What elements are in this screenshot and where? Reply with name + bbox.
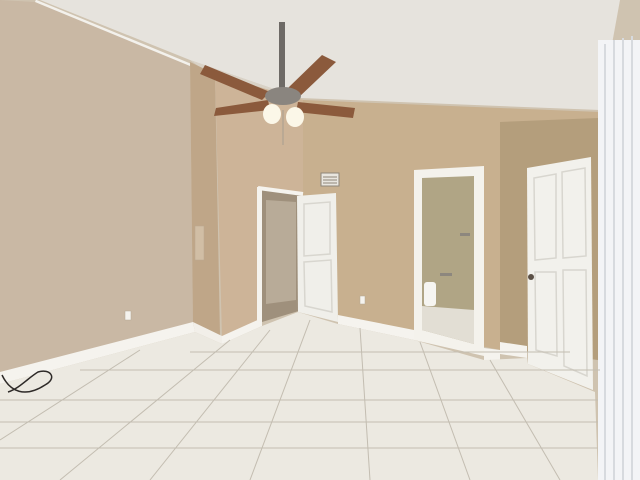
towel-bar: [460, 233, 470, 236]
room-photo: [0, 0, 640, 480]
left-wall: [0, 0, 193, 372]
fan-light: [286, 107, 304, 127]
electrical-outlet-icon: [124, 310, 132, 321]
wall-column: [190, 62, 220, 336]
electrical-outlet-icon: [359, 295, 366, 305]
door-knob: [528, 274, 534, 280]
right-door: [527, 157, 593, 390]
toilet: [424, 282, 436, 306]
wall-switch-plate: [194, 225, 205, 261]
fan-light: [263, 104, 281, 124]
hall-doorway-trim-left: [257, 187, 262, 325]
room-illustration: [0, 0, 640, 480]
hall-interior: [266, 200, 296, 304]
towel-ring: [440, 273, 452, 276]
